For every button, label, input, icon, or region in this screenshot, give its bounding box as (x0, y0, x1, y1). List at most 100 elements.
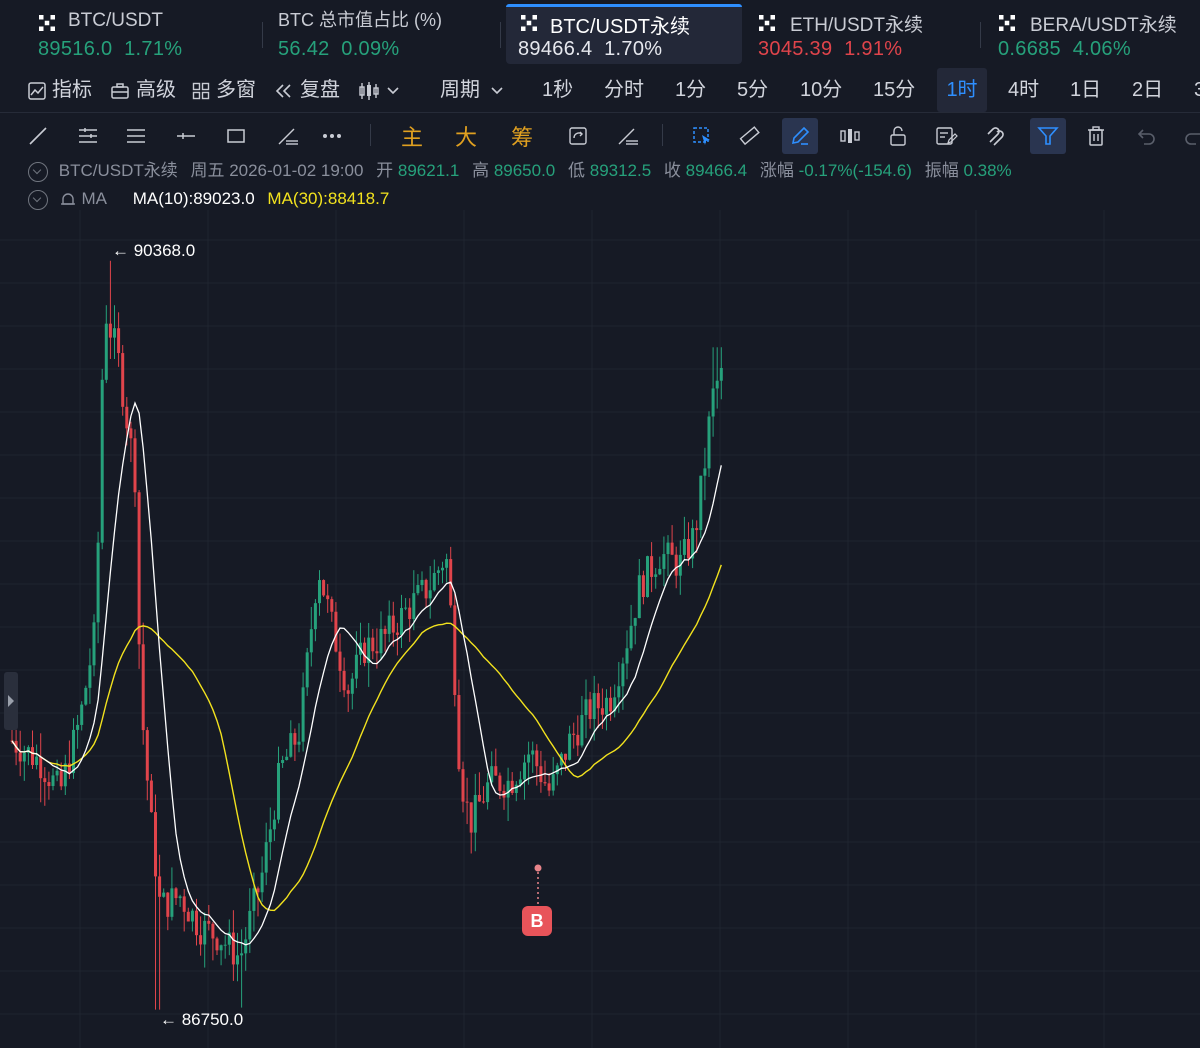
period-dropdown[interactable]: 周期 (440, 68, 504, 112)
advanced-button[interactable]: 高级 (110, 68, 176, 112)
collapse-chevron-icon[interactable] (28, 189, 48, 210)
fib-retracement-icon (278, 128, 298, 145)
candle-body (354, 654, 358, 679)
tab-btc-usdt[interactable]: BTC/USDT 89516.0 1.71% (34, 4, 264, 64)
interval-1s[interactable]: 1秒 (542, 68, 573, 112)
interval-1d[interactable]: 1日 (1070, 68, 1101, 112)
edit-list-icon (936, 127, 958, 145)
interval-5m[interactable]: 5分 (737, 68, 768, 112)
chart-type-dropdown[interactable] (358, 68, 400, 112)
change-label: 涨幅 (759, 161, 794, 180)
candle-body (461, 769, 465, 802)
collapse-chevron-icon[interactable] (28, 161, 48, 182)
tab-btc-usdt-perp[interactable]: BTC/USDT永续 89466.4 1.70% (506, 4, 742, 64)
candle-body (633, 618, 637, 626)
replay-button[interactable]: 复盘 (274, 68, 340, 112)
interval-2d[interactable]: 2日 (1132, 68, 1163, 112)
candlestick-chart[interactable] (0, 210, 1200, 1048)
ruler-tool[interactable] (732, 118, 768, 154)
low-value: 89312.5 (589, 161, 652, 180)
tab-name: BTC/USDT (68, 10, 163, 31)
redo-icon (1185, 133, 1200, 145)
lock-tool[interactable] (880, 118, 916, 154)
sync-tool[interactable] (560, 118, 596, 154)
trend-line-tool[interactable] (20, 118, 56, 154)
briefcase-icon (111, 82, 129, 99)
candle-body (297, 741, 301, 745)
drawings-list-tool[interactable] (928, 118, 964, 154)
fib-tool[interactable] (270, 118, 306, 154)
bell-icon[interactable] (59, 191, 77, 209)
undo-button[interactable] (1128, 118, 1164, 154)
indicator-chart-icon (28, 81, 46, 100)
candle-series (10, 260, 723, 1010)
tab-btc-dominance[interactable]: BTC 总市值占比 (%) 56.42 0.09% (274, 4, 500, 64)
rectangle-tool[interactable] (218, 118, 254, 154)
candle-body (707, 416, 711, 469)
candle-body (494, 766, 498, 776)
candle-body (186, 911, 190, 922)
candle-body (338, 651, 342, 671)
candles-icon (840, 129, 860, 143)
candle-pattern-tool[interactable] (832, 118, 868, 154)
measure-fib-tool[interactable] (610, 118, 646, 154)
candle-body (711, 388, 715, 417)
candle-body (453, 605, 457, 696)
legend-symbol: BTC/USDT永续 (58, 161, 178, 180)
tab-eth-usdt-perp[interactable]: ETH/USDT永续 3045.39 1.91% (754, 4, 980, 64)
candle-body (223, 944, 227, 946)
horizontal-ray-tool[interactable] (168, 118, 204, 154)
candle-body (170, 888, 174, 917)
candle-body (383, 628, 387, 634)
active-tab-indicator (506, 4, 742, 7)
interval-more[interactable]: 3 (1194, 68, 1200, 112)
rectangle-icon (227, 129, 245, 143)
candle-body (281, 760, 285, 763)
candle-body (412, 593, 416, 620)
tab-bera-usdt-perp[interactable]: BERA/USDT永续 0.6685 4.06% (994, 4, 1200, 64)
more-tools-button[interactable] (314, 118, 350, 154)
candle-body (670, 542, 674, 555)
tab-divider (980, 22, 981, 48)
horizontal-lines-tool[interactable] (118, 118, 154, 154)
select-tool[interactable] (684, 118, 720, 154)
candle-body (305, 652, 309, 688)
interval-1h[interactable]: 1时 (937, 68, 987, 112)
redo-button[interactable] (1176, 118, 1200, 154)
interval-4h[interactable]: 4时 (1008, 68, 1039, 112)
interval-time-share[interactable]: 分时 (604, 68, 644, 112)
interval-15m[interactable]: 15分 (873, 68, 915, 112)
draw-mode-tool[interactable] (782, 118, 818, 154)
interval-10m[interactable]: 10分 (800, 68, 842, 112)
tab-price: 89516.0 1.71% (38, 38, 183, 60)
filter-tool[interactable] (1030, 118, 1066, 154)
candle-body (699, 475, 703, 531)
candle-body (59, 770, 63, 787)
side-panel-handle[interactable] (4, 672, 18, 730)
multi-window-button[interactable]: 多窗 (192, 68, 256, 112)
candle-body (658, 568, 662, 575)
magnet-tool[interactable] (978, 118, 1014, 154)
candle-body (572, 733, 576, 735)
candle-body (117, 328, 121, 354)
chips-toggle[interactable]: 筹 (504, 118, 540, 154)
grid-layout-icon (192, 82, 210, 99)
sync-icon (569, 127, 587, 145)
candle-body (88, 665, 92, 688)
candle-body (318, 580, 321, 604)
delete-tool[interactable] (1078, 118, 1114, 154)
candle-body (207, 920, 211, 924)
tool-divider (662, 124, 663, 146)
main-chart-toggle[interactable]: 主 (394, 118, 430, 154)
buy-signal-marker[interactable]: B (522, 906, 552, 936)
parallel-channel-tool[interactable] (70, 118, 106, 154)
candle-body (650, 556, 654, 577)
candle-body (108, 323, 112, 338)
candle-body (252, 888, 256, 911)
indicators-button[interactable]: 指标 (28, 68, 92, 112)
interval-1m[interactable]: 1分 (675, 68, 706, 112)
large-order-toggle[interactable]: 大 (448, 118, 484, 154)
candle-body (277, 762, 280, 820)
low-marker: ← 86750.0 (160, 1010, 244, 1029)
candle-body (268, 829, 272, 843)
